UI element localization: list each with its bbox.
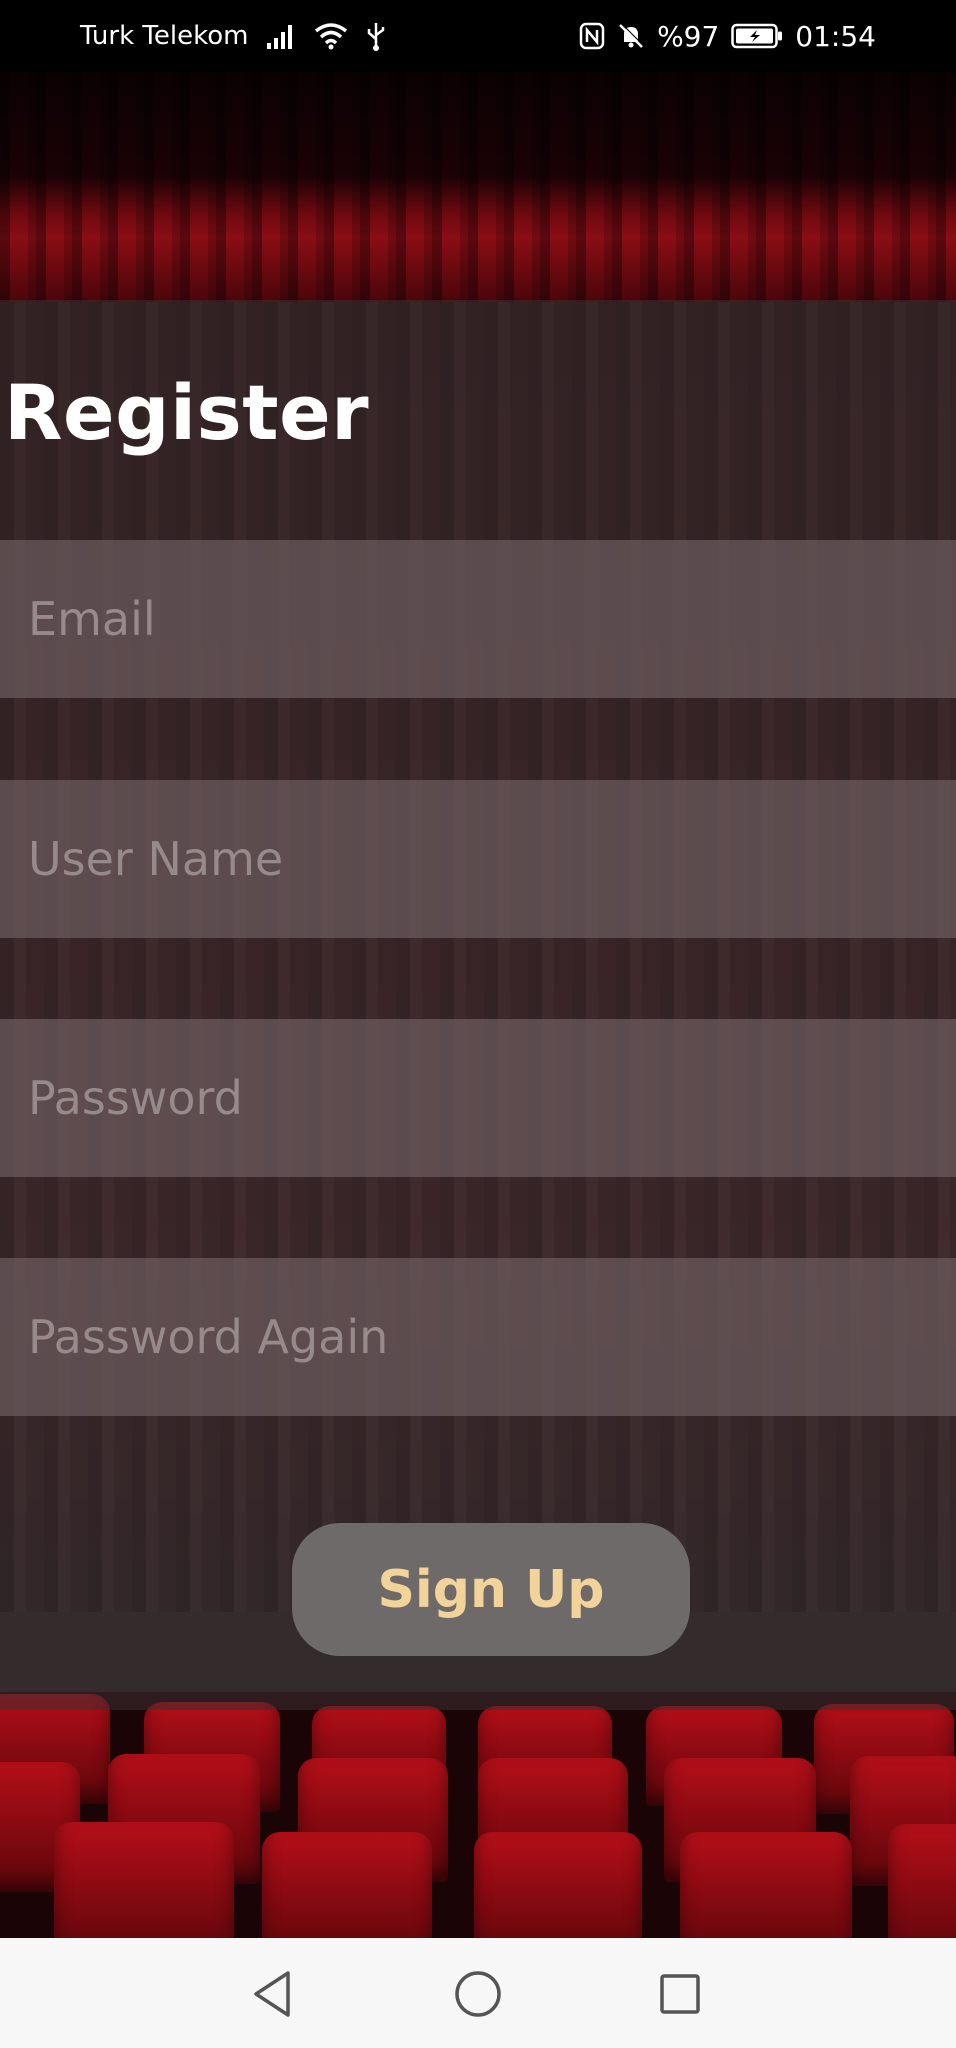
recents-icon[interactable] xyxy=(652,1966,708,2022)
email-field[interactable] xyxy=(28,540,956,698)
back-icon[interactable] xyxy=(244,1966,300,2022)
status-right: %97 01:54 xyxy=(579,20,876,53)
password-again-field[interactable] xyxy=(28,1258,956,1416)
navigation-bar xyxy=(0,1938,956,2048)
signup-button[interactable]: Sign Up xyxy=(292,1523,690,1656)
bell-muted-icon xyxy=(617,22,645,50)
password-field-container xyxy=(0,1019,956,1177)
password-again-field-container xyxy=(0,1258,956,1416)
password-field[interactable] xyxy=(28,1019,956,1177)
usb-icon xyxy=(366,21,386,51)
nfc-icon xyxy=(579,22,605,50)
register-panel xyxy=(0,300,956,1710)
battery-icon xyxy=(731,23,783,49)
battery-percent: %97 xyxy=(657,19,720,53)
status-bar: Turk Telekom %97 01:54 xyxy=(0,0,956,72)
signal-icon xyxy=(266,23,296,49)
username-field-container xyxy=(0,780,956,938)
username-field[interactable] xyxy=(28,780,956,938)
email-field-container xyxy=(0,540,956,698)
wifi-icon xyxy=(314,22,348,50)
home-icon[interactable] xyxy=(450,1966,506,2022)
carrier-name: Turk Telekom xyxy=(80,21,249,51)
curtain-top xyxy=(0,72,956,302)
clock: 01:54 xyxy=(795,19,876,53)
page-title: Register xyxy=(4,368,370,457)
status-left: Turk Telekom xyxy=(80,21,386,51)
theater-seats xyxy=(0,1692,956,1938)
